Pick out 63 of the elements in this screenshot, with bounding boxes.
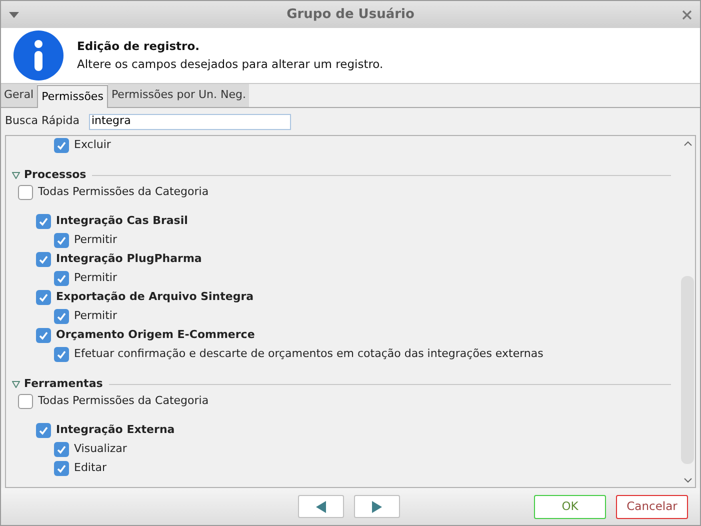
checkbox-label: Excluir [74,137,111,154]
checkbox-label: Integração Externa [56,422,175,438]
header-title: Edição de registro. [77,38,200,56]
left-triangle-icon [316,500,326,512]
checkbox-label: Efetuar confirmação e descarte de orçamentos em cotação das integrações externas [74,346,544,362]
collapse-icon[interactable] [12,380,20,388]
checkbox-label: Permitir [74,308,118,324]
checkmark-icon [38,425,49,436]
search-field[interactable]: integra [89,114,292,130]
checkmark-icon [38,254,49,265]
tab[interactable]: Permissões por Un. Neg. [108,84,249,107]
checkbox-label: Visualizar [74,441,127,458]
checkmark-icon [56,140,67,151]
previous-button[interactable] [298,495,344,518]
checkbox[interactable] [36,328,51,343]
checkmark-icon [38,330,49,341]
checkbox[interactable] [18,185,33,200]
checkbox-label: Todas Permissões da Categoria [38,184,209,200]
window-title: Grupo de Usuário [286,6,416,24]
checkbox[interactable] [54,461,69,476]
checkbox[interactable] [36,290,51,305]
checkbox-label: Orçamento Origem E-Commerce [56,327,255,344]
checkmark-icon [56,311,67,322]
checkmark-icon [56,273,67,284]
close-icon[interactable] [682,10,692,20]
checkbox[interactable] [36,214,51,229]
menu-icon[interactable] [9,12,19,18]
search-label: Busca Rápida [5,113,80,130]
checkbox[interactable] [36,252,51,267]
collapse-icon[interactable] [12,172,20,178]
checkmark-icon [56,444,67,455]
checkbox-label: Integração Cas Brasil [56,213,188,230]
checkbox-label: Permitir [74,232,118,248]
scroll-down-icon[interactable] [684,478,692,483]
tab[interactable]: Permissões [36,85,108,108]
checkmark-icon [56,463,67,474]
next-button[interactable] [354,495,400,518]
checkbox-label: Permitir [74,270,118,286]
checkbox[interactable] [54,138,69,153]
checkbox[interactable] [54,309,69,324]
checkbox[interactable] [54,442,69,457]
checkmark-icon [56,235,67,246]
checkbox-label: Todas Permissões da Categoria [38,393,209,410]
right-triangle-icon [372,500,382,512]
tab[interactable]: Geral [1,84,37,107]
header-message: Altere os campos desejados para alterar um registro. [77,56,384,72]
checkbox[interactable] [54,347,69,362]
checkmark-icon [38,292,49,303]
scroll-up-icon[interactable] [684,141,692,146]
checkbox-label: Editar [74,460,107,476]
cancel-button[interactable]: Cancelar [616,494,688,518]
checkbox-label: Integração PlugPharma [56,251,202,268]
category-title: Processos [24,166,86,183]
checkbox[interactable] [54,233,69,248]
checkbox[interactable] [36,423,51,438]
category-title: Ferramentas [24,376,103,392]
checkbox-label: Exportação de Arquivo Sintegra [56,289,254,306]
checkbox[interactable] [54,271,69,286]
checkbox[interactable] [18,394,33,409]
scroll-thumb[interactable] [681,276,694,464]
ok-button[interactable]: OK [534,494,606,518]
checkmark-icon [56,349,67,360]
checkmark-icon [38,216,49,227]
